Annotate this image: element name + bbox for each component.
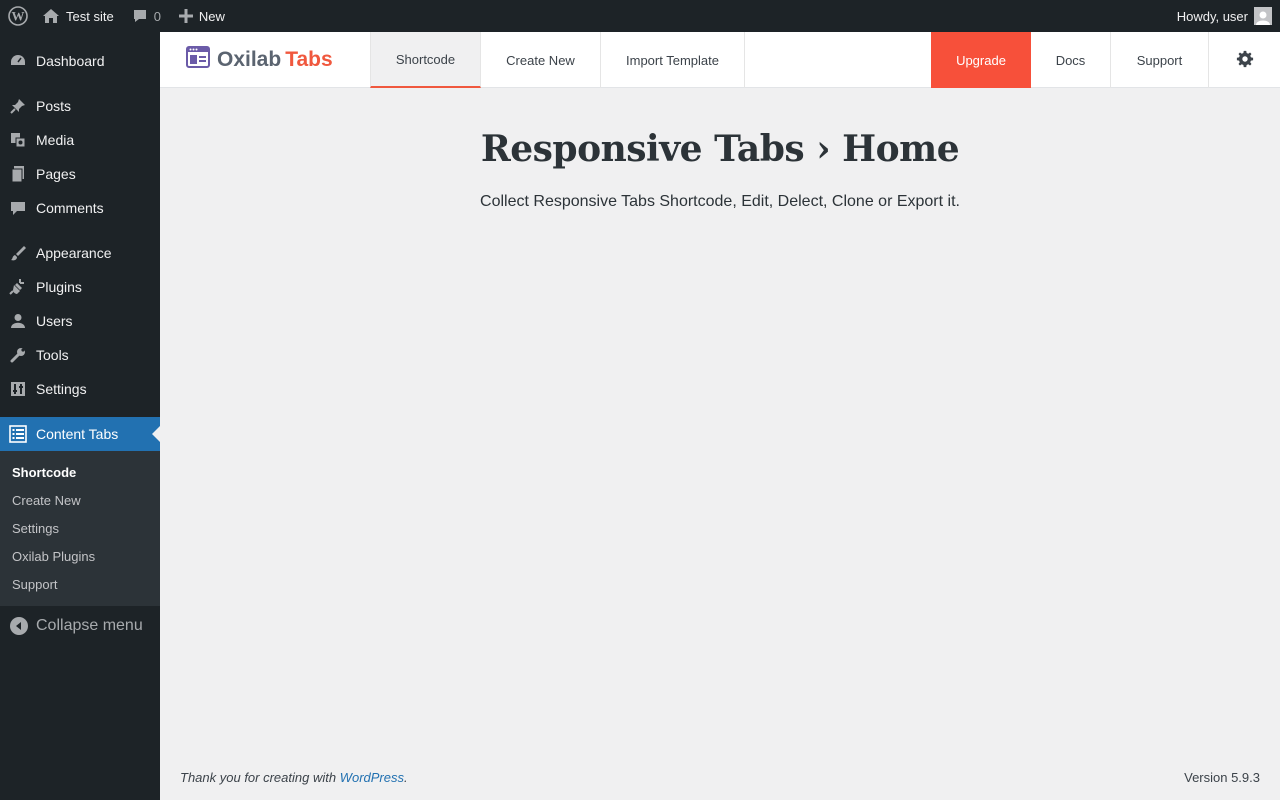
sidebar-item-posts[interactable]: Posts: [0, 89, 160, 123]
submenu-item-settings[interactable]: Settings: [0, 514, 160, 542]
sidebar-item-appearance[interactable]: Appearance: [0, 236, 160, 270]
wordpress-logo-icon: W: [8, 6, 28, 26]
sidebar-item-tools[interactable]: Tools: [0, 338, 160, 372]
sidebar-item-content-tabs[interactable]: Content Tabs: [0, 417, 160, 451]
howdy-text: Howdy, user: [1176, 8, 1248, 24]
pushpin-icon: [8, 96, 28, 116]
footer-thanks: Thank you for creating with WordPress.: [180, 770, 408, 785]
sidebar-item-label: Posts: [36, 98, 72, 114]
oxilab-tabs-logo: Oxilab Tabs: [160, 32, 370, 87]
sidebar-item-label: Dashboard: [36, 53, 105, 69]
sidebar-item-label: Tools: [36, 347, 69, 363]
sidebar-item-comments[interactable]: Comments: [0, 191, 160, 225]
upgrade-button[interactable]: Upgrade: [931, 32, 1031, 88]
admin-bar: W Test site 0 New Howdy, user: [0, 0, 1280, 32]
tab-shortcode[interactable]: Shortcode: [370, 32, 481, 88]
sidebar-item-dashboard[interactable]: Dashboard: [0, 44, 160, 78]
page-title: Responsive Tabs › Home: [480, 128, 960, 170]
page-subtitle: Collect Responsive Tabs Shortcode, Edit,…: [480, 193, 960, 210]
sidebar-item-settings[interactable]: Settings: [0, 372, 160, 406]
collapse-arrow-icon: [10, 617, 28, 635]
sidebar-item-pages[interactable]: Pages: [0, 157, 160, 191]
comment-bubble-icon: [132, 8, 148, 24]
footer-version: Version 5.9.3: [1184, 770, 1260, 785]
collapse-label: Collapse menu: [36, 617, 143, 634]
svg-text:W: W: [12, 9, 25, 24]
sidebar-item-label: Comments: [36, 200, 104, 216]
user-icon: [8, 311, 28, 331]
sidebar-item-label: Appearance: [36, 245, 112, 261]
comments-count: 0: [153, 8, 161, 24]
home-icon: [42, 8, 60, 24]
sidebar-item-label: Content Tabs: [36, 426, 119, 442]
plug-icon: [8, 277, 28, 297]
wordpress-link[interactable]: WordPress: [340, 770, 404, 785]
sidebar-item-label: Plugins: [36, 279, 82, 295]
gear-icon: [1236, 50, 1254, 71]
new-content-link[interactable]: New: [169, 0, 233, 32]
my-account-link[interactable]: Howdy, user: [1169, 0, 1280, 32]
media-icon: [8, 130, 28, 150]
site-name: Test site: [66, 8, 114, 24]
sidebar-item-label: Media: [36, 132, 75, 148]
admin-footer: Thank you for creating with WordPress. V…: [180, 770, 1260, 785]
wrench-icon: [8, 345, 28, 365]
content-tabs-submenu: Shortcode Create New Settings Oxilab Plu…: [0, 451, 160, 606]
brush-icon: [8, 243, 28, 263]
tab-create-new[interactable]: Create New: [481, 32, 601, 88]
submenu-item-support[interactable]: Support: [0, 570, 160, 598]
tab-docs[interactable]: Docs: [1031, 32, 1111, 88]
wordpress-logo-button[interactable]: W: [0, 0, 36, 32]
sidebar-item-label: Users: [36, 313, 73, 329]
collapse-menu-button[interactable]: Collapse menu: [0, 609, 160, 643]
tab-support[interactable]: Support: [1111, 32, 1209, 88]
sidebar-item-media[interactable]: Media: [0, 123, 160, 157]
footer-thanks-text: Thank you for creating with: [180, 770, 337, 785]
sidebar-item-plugins[interactable]: Plugins: [0, 270, 160, 304]
plus-icon: [178, 9, 193, 23]
settings-gear-button[interactable]: [1209, 32, 1280, 88]
plugin-header: Oxilab Tabs Shortcode Create New Import …: [160, 32, 1280, 88]
submenu-item-create-new[interactable]: Create New: [0, 486, 160, 514]
admin-sidebar: Dashboard Posts Media Pages Comments App…: [0, 32, 160, 800]
comment-icon: [8, 198, 28, 218]
dashboard-icon: [8, 51, 28, 71]
list-icon: [8, 424, 28, 444]
submenu-item-oxilab-plugins[interactable]: Oxilab Plugins: [0, 542, 160, 570]
settings-sliders-icon: [8, 379, 28, 399]
sidebar-item-label: Settings: [36, 381, 87, 397]
comments-link[interactable]: 0: [122, 0, 169, 32]
sidebar-item-label: Pages: [36, 166, 76, 182]
new-label: New: [198, 8, 225, 24]
tab-import-template[interactable]: Import Template: [601, 32, 745, 88]
tabs-window-icon: [186, 45, 210, 75]
submenu-item-shortcode[interactable]: Shortcode: [0, 458, 160, 486]
avatar: [1254, 7, 1272, 25]
site-name-link[interactable]: Test site: [36, 0, 122, 32]
sidebar-item-users[interactable]: Users: [0, 304, 160, 338]
pages-icon: [8, 164, 28, 184]
